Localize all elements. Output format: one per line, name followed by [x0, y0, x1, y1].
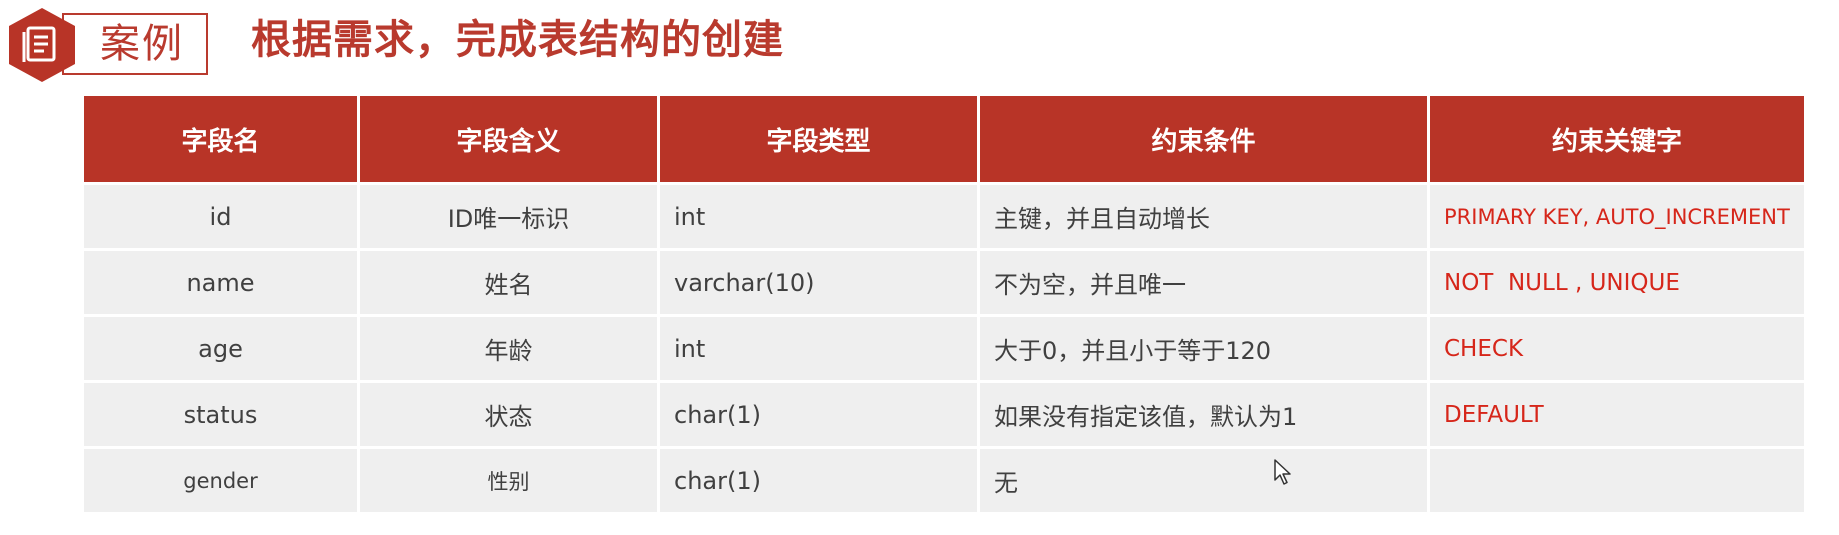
cell-constraint: 如果没有指定该值，默认为1 — [980, 380, 1430, 446]
cell-constraint-keyword: CHECK — [1430, 314, 1804, 380]
column-header-field-type: 字段类型 — [660, 96, 980, 182]
table-row: gender 性别 char(1) 无 — [84, 446, 1804, 512]
cell-constraint: 不为空，并且唯一 — [980, 248, 1430, 314]
cell-field-name: status — [84, 380, 360, 446]
cell-field-type: char(1) — [660, 446, 980, 512]
cell-field-name: name — [84, 248, 360, 314]
table-row: name 姓名 varchar(10) 不为空，并且唯一 NOT NULL , … — [84, 248, 1804, 314]
column-header-field-name: 字段名 — [84, 96, 360, 182]
cell-constraint-keyword: DEFAULT — [1430, 380, 1804, 446]
cell-field-meaning: 状态 — [360, 380, 660, 446]
cell-field-type: int — [660, 314, 980, 380]
cell-field-name: id — [84, 182, 360, 248]
requirements-table: 字段名 字段含义 字段类型 约束条件 约束关键字 id ID唯一标识 int 主… — [84, 96, 1804, 512]
cell-constraint-keyword: PRIMARY KEY, AUTO_INCREMENT — [1430, 182, 1804, 248]
cell-constraint-keyword: NOT NULL , UNIQUE — [1430, 248, 1804, 314]
cell-field-type: int — [660, 182, 980, 248]
slide: 案例 根据需求，完成表结构的创建 字段名 字段含义 字段类型 约束条件 约束关键… — [0, 0, 1839, 535]
cell-field-meaning: ID唯一标识 — [360, 182, 660, 248]
column-header-constraint-keyword: 约束关键字 — [1430, 96, 1804, 182]
cell-field-type: varchar(10) — [660, 248, 980, 314]
cell-constraint-keyword — [1430, 446, 1804, 512]
table-header-row: 字段名 字段含义 字段类型 约束条件 约束关键字 — [84, 96, 1804, 182]
table-row: status 状态 char(1) 如果没有指定该值，默认为1 DEFAULT — [84, 380, 1804, 446]
table-row: id ID唯一标识 int 主键，并且自动增长 PRIMARY KEY, AUT… — [84, 182, 1804, 248]
cell-field-meaning: 性别 — [360, 446, 660, 512]
document-hexagon-icon — [9, 8, 75, 82]
table-row: age 年龄 int 大于0，并且小于等于120 CHECK — [84, 314, 1804, 380]
case-badge: 案例 — [6, 6, 208, 82]
cell-field-type: char(1) — [660, 380, 980, 446]
cell-field-name: gender — [84, 446, 360, 512]
cell-field-meaning: 年龄 — [360, 314, 660, 380]
page-title: 根据需求，完成表结构的创建 — [251, 17, 784, 63]
mouse-pointer-icon — [1274, 459, 1291, 485]
column-header-constraint: 约束条件 — [980, 96, 1430, 182]
case-label: 案例 — [100, 21, 184, 67]
cell-field-meaning: 姓名 — [360, 248, 660, 314]
cell-constraint: 主键，并且自动增长 — [980, 182, 1430, 248]
column-header-field-meaning: 字段含义 — [360, 96, 660, 182]
cell-constraint: 大于0，并且小于等于120 — [980, 314, 1430, 380]
cell-field-name: age — [84, 314, 360, 380]
cell-constraint: 无 — [980, 446, 1430, 512]
